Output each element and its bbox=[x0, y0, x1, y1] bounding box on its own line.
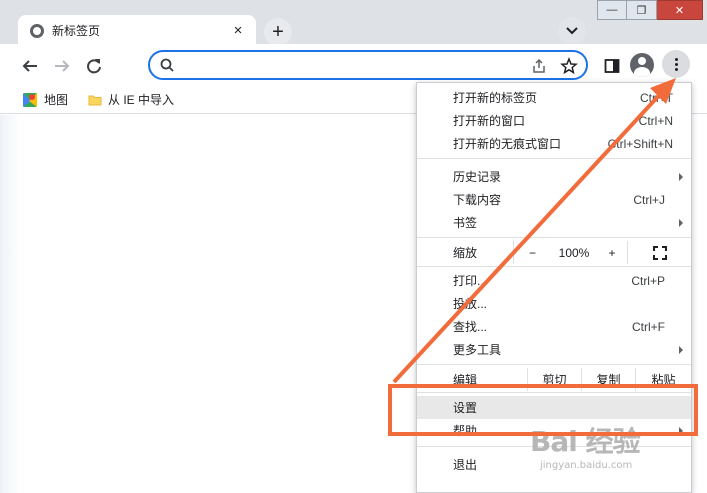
menu-item-new-tab[interactable]: 打开新的标签页 Ctrl+T bbox=[417, 86, 691, 109]
menu-row-edit: 编辑 剪切 复制 粘贴 bbox=[417, 368, 691, 391]
toolbar bbox=[0, 44, 707, 86]
chevron-down-icon bbox=[566, 27, 578, 35]
kebab-dot-icon bbox=[674, 67, 678, 71]
menu-item-label: 帮助 bbox=[453, 424, 478, 438]
menu-separator bbox=[417, 392, 691, 393]
side-panel-button[interactable] bbox=[600, 54, 624, 78]
menu-item-more-tools[interactable]: 更多工具 bbox=[417, 338, 691, 361]
watermark-main: Bai 经验 bbox=[530, 425, 641, 458]
zoom-label: 缩放 bbox=[453, 246, 478, 260]
menu-item-label: 下载内容 bbox=[453, 193, 502, 207]
copy-button[interactable]: 复制 bbox=[581, 368, 635, 391]
zoom-in-button[interactable]: + bbox=[597, 241, 627, 264]
maps-icon bbox=[23, 92, 37, 107]
minimize-button[interactable]: — bbox=[597, 0, 627, 20]
menu-item-label: 退出 bbox=[453, 458, 478, 472]
zoom-level: 100% bbox=[558, 245, 590, 260]
menu-item-label: 打开新的标签页 bbox=[453, 91, 538, 105]
arrow-right-icon bbox=[55, 60, 70, 72]
share-icon[interactable] bbox=[531, 58, 547, 74]
menu-item-incognito[interactable]: 打开新的无痕式窗口 Ctrl+Shift+N bbox=[417, 132, 691, 155]
address-bar[interactable] bbox=[148, 50, 588, 80]
bookmark-maps[interactable]: 地图 bbox=[22, 91, 68, 108]
fullscreen-button[interactable] bbox=[627, 241, 691, 264]
menu-item-label: 打印... bbox=[453, 274, 488, 288]
menu-item-print[interactable]: 打印... Ctrl+P bbox=[417, 269, 691, 292]
chrome-icon bbox=[30, 23, 44, 38]
edit-label: 编辑 bbox=[453, 373, 478, 387]
folder-icon bbox=[88, 95, 102, 105]
arrow-left-icon bbox=[22, 60, 37, 72]
menu-item-shortcut: Ctrl+T bbox=[640, 90, 673, 105]
submenu-arrow-icon bbox=[679, 172, 683, 181]
menu-item-shortcut: Ctrl+Shift+N bbox=[607, 136, 673, 151]
menu-separator bbox=[417, 158, 691, 159]
menu-item-new-window[interactable]: 打开新的窗口 Ctrl+N bbox=[417, 109, 691, 132]
menu-row-zoom: 缩放 − 100% + bbox=[417, 241, 691, 264]
menu-item-shortcut: Ctrl+P bbox=[631, 273, 665, 288]
back-button[interactable] bbox=[18, 54, 42, 78]
new-tab-button[interactable]: + bbox=[264, 18, 292, 46]
paste-button[interactable]: 粘贴 bbox=[635, 368, 691, 391]
page-edge bbox=[0, 115, 20, 493]
tab-search-button[interactable] bbox=[558, 17, 586, 45]
menu-item-shortcut: Ctrl+J bbox=[633, 192, 665, 207]
menu-separator bbox=[417, 237, 691, 238]
submenu-arrow-icon bbox=[679, 345, 683, 354]
fullscreen-icon bbox=[652, 245, 667, 260]
menu-item-label: 查找... bbox=[453, 320, 488, 334]
reload-button[interactable] bbox=[82, 54, 106, 78]
menu-item-label: 历史记录 bbox=[453, 170, 502, 184]
tab-new-tab[interactable]: 新标签页 × bbox=[18, 15, 256, 46]
submenu-arrow-icon bbox=[679, 426, 683, 435]
menu-item-find[interactable]: 查找... Ctrl+F bbox=[417, 315, 691, 338]
kebab-dot-icon bbox=[674, 57, 678, 61]
menu-item-label: 打开新的窗口 bbox=[453, 114, 526, 128]
forward-button[interactable] bbox=[50, 54, 74, 78]
menu-item-label: 更多工具 bbox=[453, 343, 502, 357]
search-icon bbox=[160, 58, 174, 72]
tab-close-icon[interactable]: × bbox=[230, 22, 246, 39]
close-window-button[interactable]: ✕ bbox=[657, 0, 703, 20]
side-panel-icon bbox=[604, 59, 620, 73]
bookmark-label: 地图 bbox=[44, 93, 69, 107]
menu-item-bookmarks[interactable]: 书签 bbox=[417, 211, 691, 234]
menu-item-cast[interactable]: 投放... bbox=[417, 292, 691, 315]
reload-icon bbox=[87, 59, 101, 74]
menu-separator bbox=[417, 364, 691, 365]
menu-item-downloads[interactable]: 下载内容 Ctrl+J bbox=[417, 188, 691, 211]
chrome-menu-button[interactable] bbox=[662, 50, 690, 78]
menu-item-history[interactable]: 历史记录 bbox=[417, 165, 691, 188]
menu-separator bbox=[417, 266, 691, 267]
window-controls: — ❐ ✕ bbox=[597, 0, 703, 22]
star-icon[interactable] bbox=[560, 57, 578, 75]
kebab-dot-icon bbox=[674, 62, 678, 66]
menu-item-label: 打开新的无痕式窗口 bbox=[453, 137, 562, 151]
watermark: Bai 经验 jingyan.baidu.com bbox=[530, 420, 641, 471]
restore-button[interactable]: ❐ bbox=[627, 0, 657, 20]
submenu-arrow-icon bbox=[679, 218, 683, 227]
menu-item-shortcut: Ctrl+F bbox=[632, 319, 665, 334]
cut-button[interactable]: 剪切 bbox=[527, 368, 581, 391]
zoom-out-button[interactable]: − bbox=[513, 241, 551, 264]
watermark-sub: jingyan.baidu.com bbox=[540, 460, 633, 471]
menu-item-settings[interactable]: 设置 bbox=[417, 396, 691, 419]
menu-item-label: 投放... bbox=[453, 297, 488, 311]
tab-title: 新标签页 bbox=[52, 24, 101, 38]
bookmark-ie-import[interactable]: 从 IE 中导入 bbox=[88, 91, 174, 108]
bookmark-label: 从 IE 中导入 bbox=[108, 93, 175, 107]
menu-item-label: 书签 bbox=[453, 216, 478, 230]
profile-avatar[interactable] bbox=[630, 53, 654, 77]
menu-item-label: 设置 bbox=[453, 401, 478, 415]
menu-item-shortcut: Ctrl+N bbox=[638, 113, 673, 128]
